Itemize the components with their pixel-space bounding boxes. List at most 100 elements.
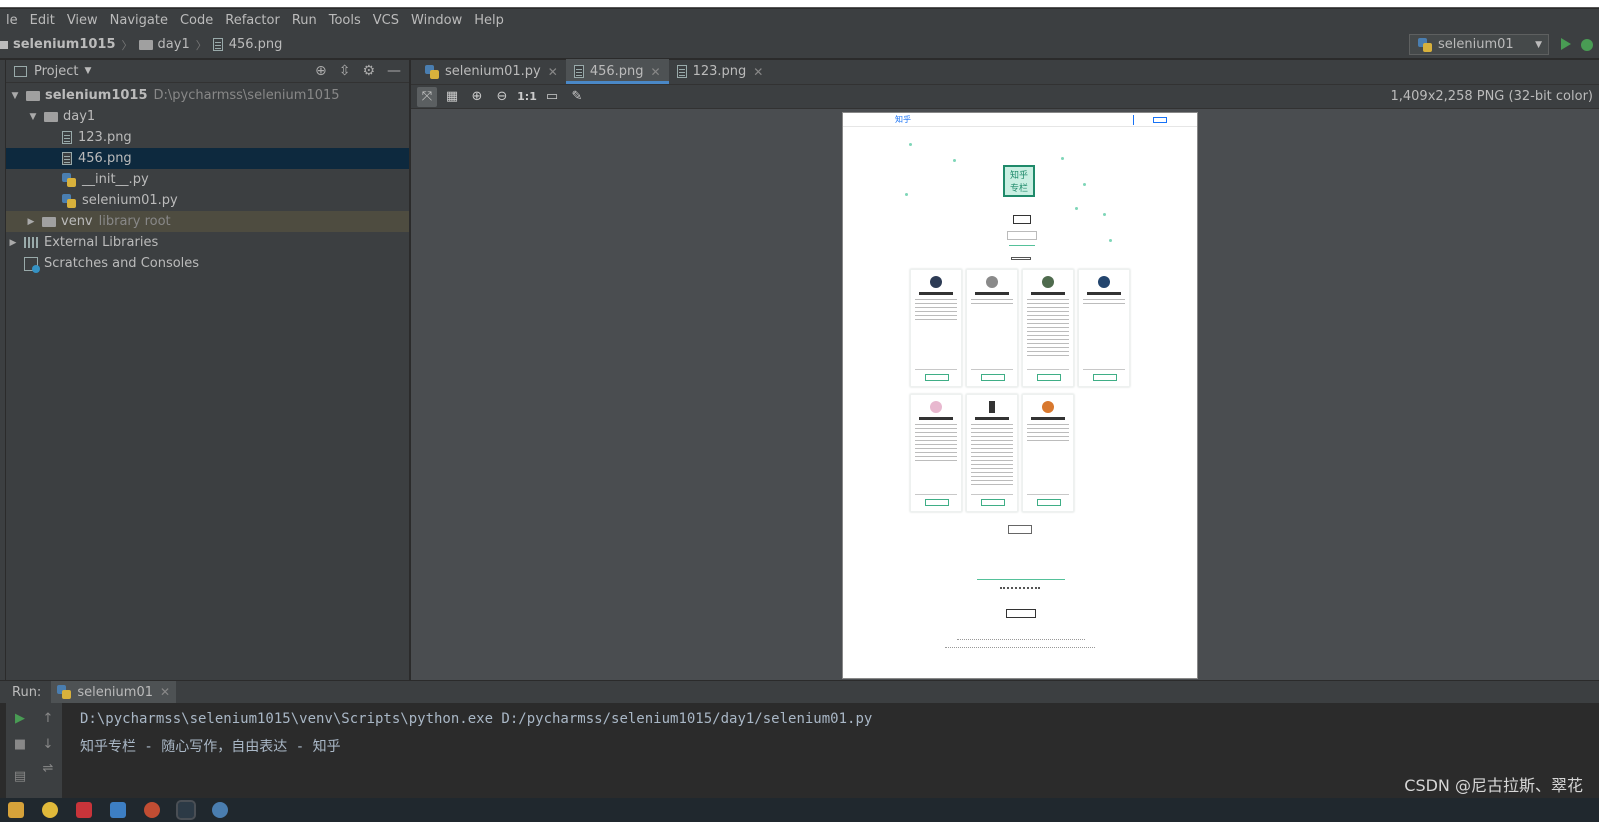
zoom-out-icon[interactable]: ⊖ — [492, 87, 512, 107]
card-title — [1031, 292, 1065, 295]
minimize-icon[interactable]: — — [387, 63, 401, 79]
menu-navigate[interactable]: Navigate — [104, 13, 174, 28]
close-icon[interactable]: ✕ — [651, 65, 661, 79]
expand-right-icon[interactable]: ▶ — [24, 217, 38, 227]
project-panel-header: Project ▼ ⊕ ⇳ ⚙ — — [6, 60, 409, 83]
expand-down-icon[interactable]: ▼ — [26, 112, 40, 122]
chevron-down-icon[interactable]: ▼ — [84, 66, 91, 76]
card-button — [981, 499, 1005, 506]
debug-button[interactable] — [1581, 39, 1593, 51]
run-tab[interactable]: selenium01 ✕ — [51, 680, 177, 704]
app-icon[interactable] — [76, 802, 92, 818]
breadcrumb-project[interactable]: selenium1015 — [13, 37, 116, 52]
card-avatar — [1098, 276, 1110, 288]
file-explorer-icon[interactable] — [8, 802, 24, 818]
menu-help[interactable]: Help — [468, 13, 510, 28]
tab-label: 456.png — [589, 64, 644, 79]
expand-down-icon[interactable]: ▼ — [8, 91, 22, 101]
card-title — [919, 417, 953, 420]
tree-item-root[interactable]: ▼ selenium1015 D:\pycharmss\selenium1015 — [6, 85, 409, 106]
menu-edit[interactable]: Edit — [24, 13, 61, 28]
tree-item-label: Scratches and Consoles — [44, 256, 200, 271]
menu-tools[interactable]: Tools — [323, 13, 367, 28]
tree-item-venv[interactable]: ▶ venv library root — [6, 211, 409, 232]
tab-selenium01-py[interactable]: selenium01.py ✕ — [417, 59, 566, 84]
card-meta — [915, 369, 957, 370]
card-button — [1037, 499, 1061, 506]
image-file-icon — [573, 65, 584, 78]
zoom-in-icon[interactable]: ⊕ — [467, 87, 487, 107]
python-icon[interactable] — [212, 802, 228, 818]
folder-icon — [26, 90, 40, 101]
tree-item-123-png[interactable]: 123.png — [6, 127, 409, 148]
menu-view[interactable]: View — [61, 13, 104, 28]
rerun-icon[interactable]: ▶ — [12, 711, 28, 727]
grid-icon[interactable]: ▦ — [442, 87, 462, 107]
browser-icon[interactable] — [42, 802, 58, 818]
tree-item-selenium01-py[interactable]: selenium01.py — [6, 190, 409, 211]
fit-to-window-icon[interactable]: ⤧ — [417, 86, 437, 107]
tree-item-456-png[interactable]: 456.png — [6, 148, 409, 169]
tree-item-label: External Libraries — [44, 235, 159, 250]
tree-item-label: venv — [61, 214, 93, 229]
tree-item-day1[interactable]: ▼ day1 — [6, 106, 409, 127]
run-button[interactable] — [1561, 38, 1571, 50]
decor-dot — [1061, 157, 1064, 160]
project-panel: Project ▼ ⊕ ⇳ ⚙ — ▼ selenium1015 D:\pych… — [6, 60, 410, 680]
collapse-all-icon[interactable]: ⇳ — [339, 63, 351, 79]
preview-divider — [977, 579, 1065, 580]
tab-123-png[interactable]: 123.png ✕ — [669, 59, 772, 84]
menu-vcs[interactable]: VCS — [367, 13, 405, 28]
preview-card — [966, 269, 1018, 387]
card-avatar — [1042, 401, 1054, 413]
arrow-down-icon[interactable]: ↓ — [40, 737, 56, 753]
card-avatar — [986, 276, 998, 288]
menu-file[interactable]: le — [0, 13, 24, 28]
menu-run[interactable]: Run — [286, 13, 323, 28]
locate-icon[interactable]: ⊕ — [315, 63, 327, 79]
project-view-selector[interactable]: Project — [34, 64, 78, 79]
close-icon[interactable]: ✕ — [548, 65, 558, 79]
pycharm-icon[interactable] — [176, 800, 196, 820]
menu-refactor[interactable]: Refactor — [219, 13, 286, 28]
image-file-icon — [62, 152, 72, 165]
console-line: 知乎专栏 - 随心写作，自由表达 - 知乎 — [80, 739, 341, 755]
card-text — [915, 424, 957, 464]
expand-right-icon[interactable]: ▶ — [6, 238, 20, 248]
run-configuration-select[interactable]: selenium01 ▼ — [1409, 34, 1549, 55]
breadcrumb-separator-icon: 〉 — [195, 38, 207, 52]
preview-header-action — [1133, 114, 1143, 125]
app-icon[interactable] — [110, 802, 126, 818]
tab-label: 123.png — [692, 64, 747, 79]
menu-code[interactable]: Code — [174, 13, 219, 28]
tree-item-init-py[interactable]: __init__.py — [6, 169, 409, 190]
layout-icon[interactable]: ▤ — [12, 769, 28, 785]
image-file-icon — [676, 65, 687, 78]
card-text — [971, 299, 1013, 305]
close-icon[interactable]: ✕ — [160, 685, 170, 699]
close-icon[interactable]: ✕ — [753, 65, 763, 79]
card-meta — [971, 494, 1013, 495]
background-icon[interactable]: ▭ — [542, 87, 562, 107]
powerpoint-icon[interactable] — [144, 802, 160, 818]
tab-456-png[interactable]: 456.png ✕ — [565, 59, 669, 84]
color-picker-icon[interactable]: ✎ — [567, 87, 587, 107]
preview-section-title — [1011, 257, 1031, 260]
tree-item-note: library root — [98, 214, 171, 229]
stop-icon[interactable]: ■ — [12, 737, 28, 753]
run-label: Run: — [12, 684, 42, 700]
preview-card — [1022, 394, 1074, 512]
tree-item-external-libraries[interactable]: ▶ External Libraries — [6, 232, 409, 253]
card-title — [1031, 417, 1065, 420]
menu-window[interactable]: Window — [405, 13, 468, 28]
run-console: ▶ ↑ ■ ↓ ⇌ ▤ D:\pycharmss\selenium1015\ve… — [0, 703, 1599, 798]
preview-logo: 知乎 专栏 — [1003, 165, 1035, 197]
actual-size-button[interactable]: 1:1 — [517, 87, 537, 107]
arrow-up-icon[interactable]: ↑ — [40, 711, 56, 727]
tree-item-scratches[interactable]: Scratches and Consoles — [6, 253, 409, 274]
breadcrumb-folder[interactable]: day1 — [158, 37, 190, 52]
tree-item-label: 123.png — [78, 130, 132, 145]
breadcrumb-file[interactable]: 456.png — [229, 37, 283, 52]
gear-icon[interactable]: ⚙ — [362, 63, 375, 79]
soft-wrap-icon[interactable]: ⇌ — [40, 761, 56, 777]
